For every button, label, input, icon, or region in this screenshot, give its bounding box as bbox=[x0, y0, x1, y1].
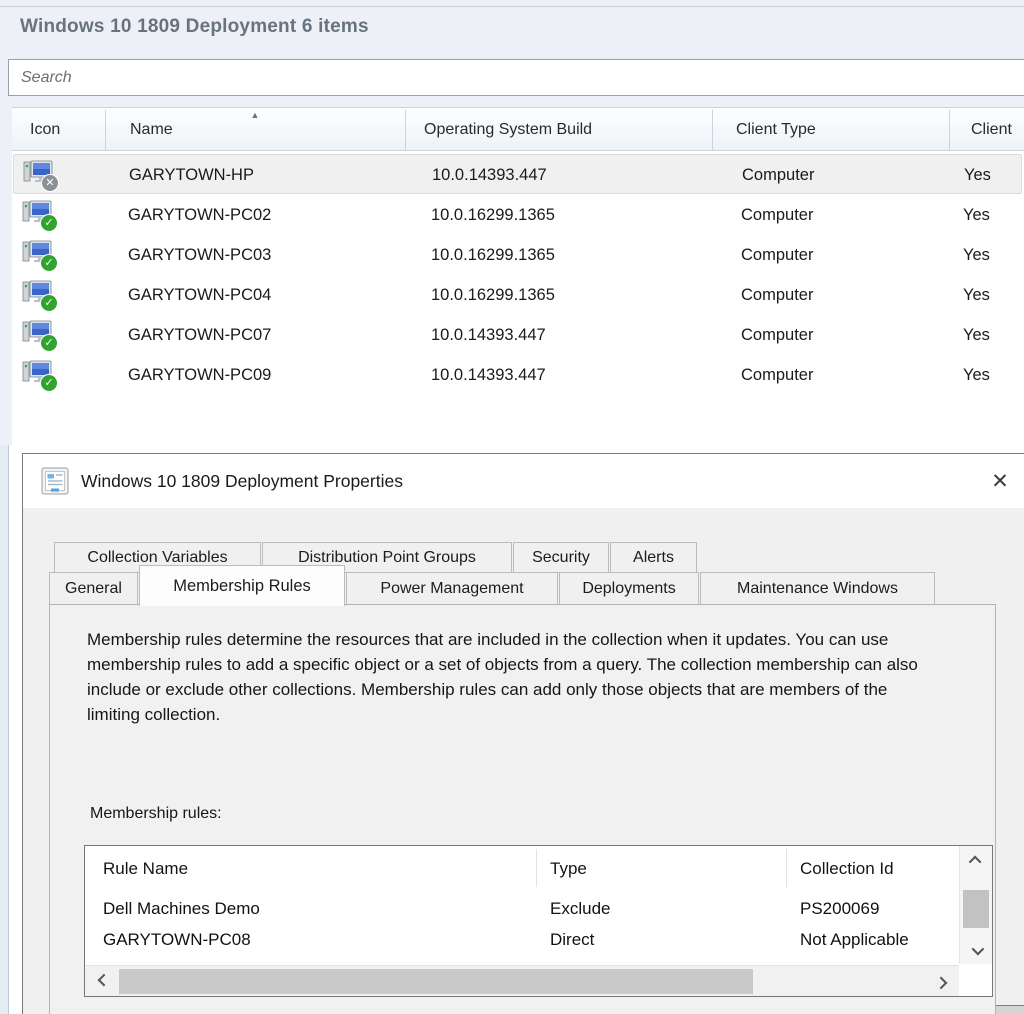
computer-icon: ✓ bbox=[22, 199, 56, 231]
tab-general[interactable]: General bbox=[49, 572, 138, 605]
computer-icon: ✓ bbox=[22, 239, 56, 271]
device-client: Yes bbox=[963, 315, 990, 355]
scroll-down-icon[interactable] bbox=[960, 936, 993, 964]
device-os-build: 10.0.14393.447 bbox=[432, 155, 547, 195]
membership-rules-tab-page: Membership rules determine the resources… bbox=[49, 604, 996, 1014]
table-row-garytown-hp[interactable]: ✕ GARYTOWN-HP 10.0.14393.447 Computer Ye… bbox=[13, 154, 1022, 194]
device-os-build: 10.0.16299.1365 bbox=[431, 275, 555, 315]
device-name: GARYTOWN-PC09 bbox=[128, 355, 271, 395]
device-client: Yes bbox=[964, 155, 991, 195]
device-client-type: Computer bbox=[741, 315, 813, 355]
device-client: Yes bbox=[963, 275, 990, 315]
collection-id: Not Applicable bbox=[800, 925, 909, 955]
column-divider bbox=[786, 849, 787, 887]
device-name: GARYTOWN-PC04 bbox=[128, 275, 271, 315]
console-left-edge bbox=[0, 445, 9, 1014]
pane-top-divider bbox=[0, 6, 1024, 7]
status-ok-icon: ✓ bbox=[40, 294, 58, 312]
device-os-build: 10.0.14393.447 bbox=[431, 315, 546, 355]
collection-id: PS200069 bbox=[800, 894, 879, 924]
tab-alerts[interactable]: Alerts bbox=[610, 542, 697, 573]
device-os-build: 10.0.16299.1365 bbox=[431, 195, 555, 235]
membership-rules-description: Membership rules determine the resources… bbox=[87, 627, 925, 727]
device-client-type: Computer bbox=[741, 195, 813, 235]
device-client: Yes bbox=[963, 355, 990, 395]
horizontal-scrollbar[interactable] bbox=[85, 965, 959, 996]
rules-column-type[interactable]: Type bbox=[550, 854, 587, 884]
computer-icon: ✓ bbox=[22, 319, 56, 351]
column-divider bbox=[949, 110, 950, 150]
tab-power-management[interactable]: Power Management bbox=[346, 572, 558, 605]
device-client-type: Computer bbox=[741, 355, 813, 395]
table-row-garytown-pc07[interactable]: ✓ GARYTOWN-PC07 10.0.14393.447 Computer … bbox=[13, 315, 1022, 355]
device-client-type: Computer bbox=[742, 155, 814, 195]
rule-name: Dell Machines Demo bbox=[103, 894, 260, 924]
column-divider bbox=[405, 110, 406, 150]
rule-type: Direct bbox=[550, 925, 594, 955]
membership-rules-label: Membership rules: bbox=[90, 805, 222, 823]
column-header-name[interactable]: Name bbox=[130, 108, 173, 152]
column-divider bbox=[105, 110, 106, 150]
table-row-garytown-pc03[interactable]: ✓ GARYTOWN-PC03 10.0.16299.1365 Computer… bbox=[13, 235, 1022, 275]
computer-icon: ✓ bbox=[22, 279, 56, 311]
table-row-garytown-pc09[interactable]: ✓ GARYTOWN-PC09 10.0.14393.447 Computer … bbox=[13, 355, 1022, 395]
column-divider bbox=[712, 110, 713, 150]
status-error-icon: ✕ bbox=[41, 174, 59, 192]
tab-maintenance-windows[interactable]: Maintenance Windows bbox=[700, 572, 935, 605]
device-name: GARYTOWN-HP bbox=[129, 155, 254, 195]
device-client: Yes bbox=[963, 235, 990, 275]
tab-deployments[interactable]: Deployments bbox=[559, 572, 699, 605]
device-os-build: 10.0.16299.1365 bbox=[431, 235, 555, 275]
device-os-build: 10.0.14393.447 bbox=[431, 355, 546, 395]
column-header-client-type[interactable]: Client Type bbox=[736, 108, 816, 152]
status-ok-icon: ✓ bbox=[40, 374, 58, 392]
sccm-console-screen: Windows 10 1809 Deployment 6 items Icon … bbox=[0, 0, 1024, 1014]
rule-type: Exclude bbox=[550, 894, 610, 924]
table-row-garytown-pc02[interactable]: ✓ GARYTOWN-PC02 10.0.16299.1365 Computer… bbox=[13, 195, 1022, 235]
rules-column-collection-id[interactable]: Collection Id bbox=[800, 854, 894, 884]
device-table-header: Icon Name Operating System Build Client … bbox=[12, 107, 1024, 151]
device-collection-pane: Windows 10 1809 Deployment 6 items Icon … bbox=[0, 0, 1024, 445]
scroll-left-icon[interactable] bbox=[87, 966, 117, 997]
computer-icon: ✓ bbox=[22, 359, 56, 391]
column-header-icon[interactable]: Icon bbox=[30, 108, 60, 152]
collection-item-count: 6 items bbox=[302, 16, 369, 37]
status-ok-icon: ✓ bbox=[40, 254, 58, 272]
tab-membership-rules[interactable]: Membership Rules bbox=[139, 565, 345, 606]
column-header-client[interactable]: Client bbox=[971, 108, 1012, 152]
column-divider bbox=[536, 849, 537, 887]
collection-title: Windows 10 1809 Deployment 6 items bbox=[20, 16, 369, 38]
device-client: Yes bbox=[963, 195, 990, 235]
table-row-garytown-pc04[interactable]: ✓ GARYTOWN-PC04 10.0.16299.1365 Computer… bbox=[13, 275, 1022, 315]
search-input[interactable] bbox=[8, 59, 1024, 96]
membership-rules-listview: Rule Name Type Collection Id Dell Machin… bbox=[84, 845, 993, 997]
device-client-type: Computer bbox=[741, 235, 813, 275]
scroll-up-icon[interactable] bbox=[960, 846, 993, 874]
vertical-scrollbar[interactable] bbox=[959, 846, 992, 964]
dialog-title: Windows 10 1809 Deployment Properties bbox=[81, 454, 403, 508]
rule-name: GARYTOWN-PC08 bbox=[103, 925, 251, 955]
status-ok-icon: ✓ bbox=[40, 334, 58, 352]
collection-name: Windows 10 1809 Deployment bbox=[20, 16, 296, 37]
horizontal-scrollbar-thumb[interactable] bbox=[119, 969, 753, 994]
device-client-type: Computer bbox=[741, 275, 813, 315]
computer-icon: ✕ bbox=[23, 159, 57, 191]
close-icon[interactable]: ✕ bbox=[983, 464, 1017, 498]
device-name: GARYTOWN-PC02 bbox=[128, 195, 271, 235]
vertical-scrollbar-thumb[interactable] bbox=[963, 890, 989, 928]
device-name: GARYTOWN-PC07 bbox=[128, 315, 271, 355]
scroll-right-icon[interactable] bbox=[927, 966, 957, 997]
device-name: GARYTOWN-PC03 bbox=[128, 235, 271, 275]
properties-dialog-icon bbox=[41, 467, 69, 495]
device-table-body: ✕ GARYTOWN-HP 10.0.14393.447 Computer Ye… bbox=[12, 151, 1024, 445]
status-ok-icon: ✓ bbox=[40, 214, 58, 232]
dialog-titlebar: Windows 10 1809 Deployment Properties ✕ bbox=[23, 454, 1024, 508]
tab-security[interactable]: Security bbox=[513, 542, 609, 573]
sort-ascending-icon[interactable]: ▲ bbox=[240, 110, 270, 120]
properties-dialog: Windows 10 1809 Deployment Properties ✕ … bbox=[22, 453, 1024, 1014]
rules-column-rule-name[interactable]: Rule Name bbox=[103, 854, 188, 884]
column-header-os-build[interactable]: Operating System Build bbox=[424, 108, 592, 152]
